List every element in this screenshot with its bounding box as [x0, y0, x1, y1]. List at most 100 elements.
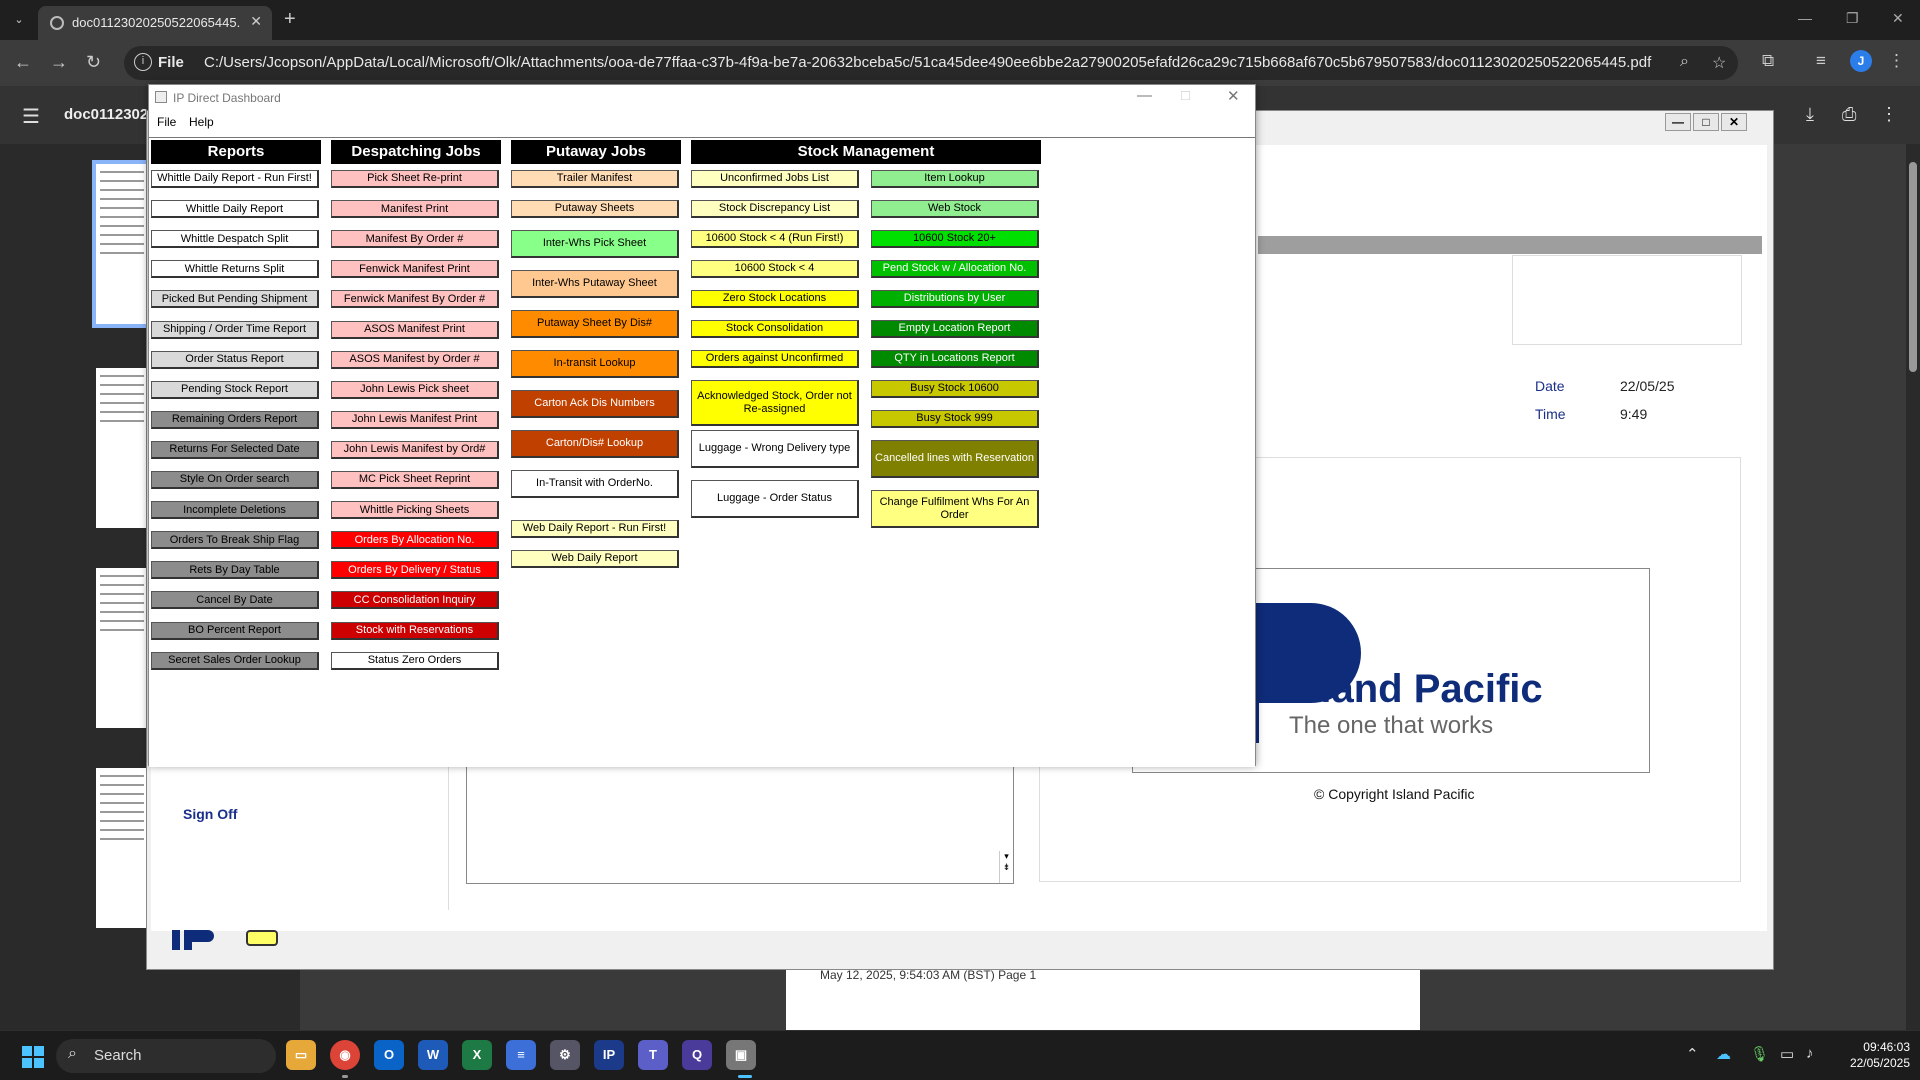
print-icon[interactable]: ⎙ [1842, 104, 1856, 125]
btn-10600-stock-4[interactable]: 10600 Stock < 4 [691, 260, 859, 278]
pdf-thumbnail-4[interactable] [96, 768, 148, 928]
btn-bo-percent-report[interactable]: BO Percent Report [151, 621, 319, 640]
btn-whittle-returns-split[interactable]: Whittle Returns Split [151, 260, 319, 279]
network-icon[interactable]: ▭ [1780, 1045, 1794, 1063]
btn-carton-ack-dis-numbers[interactable]: Carton Ack Dis Numbers [511, 390, 679, 418]
btn-secret-sales-order-lookup[interactable]: Secret Sales Order Lookup [151, 651, 319, 670]
btn-inter-whs-putaway-sheet[interactable]: Inter-Whs Putaway Sheet [511, 270, 679, 298]
btn-cancelled-lines-with-reservation[interactable]: Cancelled lines with Reservation [871, 440, 1039, 478]
pdf-thumbnail-1[interactable] [92, 160, 152, 328]
btn-orders-by-delivery-status[interactable]: Orders By Delivery / Status [331, 561, 499, 580]
pointing-hand-icon[interactable] [246, 930, 278, 946]
pdf-more-icon[interactable]: ⋮ [1880, 104, 1898, 125]
taskbar-clock[interactable]: 09:46:03 22/05/2025 [1840, 1039, 1910, 1071]
textarea-scroll-arrows[interactable]: ▾ ⇟ [999, 851, 1013, 883]
close-tab-icon[interactable]: ✕ [250, 13, 262, 30]
outlook-icon[interactable]: O [374, 1040, 404, 1070]
btn-empty-location-report[interactable]: Empty Location Report [871, 320, 1039, 338]
btn-fenwick-manifest-by-order[interactable]: Fenwick Manifest By Order # [331, 290, 499, 309]
btn-luggage-wrong-delivery-type[interactable]: Luggage - Wrong Delivery type [691, 430, 859, 468]
download-icon[interactable]: ⤓ [1806, 104, 1814, 125]
btn-john-lewis-pick-sheet[interactable]: John Lewis Pick sheet [331, 380, 499, 399]
query-app-icon[interactable]: Q [682, 1040, 712, 1070]
excel-icon[interactable]: X [462, 1040, 492, 1070]
btn-luggage-order-status[interactable]: Luggage - Order Status [691, 480, 859, 518]
windows-start-icon[interactable] [22, 1046, 44, 1068]
btn-10600-stock-4-run-first[interactable]: 10600 Stock < 4 (Run First!) [691, 230, 859, 248]
teams-icon[interactable]: T [638, 1040, 668, 1070]
btn-cancel-by-date[interactable]: Cancel By Date [151, 591, 319, 610]
btn-distributions-by-user[interactable]: Distributions by User [871, 290, 1039, 308]
ip-maximize-icon[interactable]: □ [1693, 113, 1719, 131]
island-pacific-app-icon[interactable]: IP [594, 1040, 624, 1070]
more-menu-icon[interactable]: ⋮ [1888, 51, 1905, 71]
btn-busy-stock-10600[interactable]: Busy Stock 10600 [871, 380, 1039, 398]
btn-putaway-sheets[interactable]: Putaway Sheets [511, 200, 679, 218]
ip-close-icon[interactable]: ✕ [1721, 113, 1747, 131]
sign-off-link[interactable]: Sign Off [183, 806, 237, 822]
menu-file[interactable]: File [157, 115, 176, 129]
new-tab-icon[interactable]: + [284, 8, 296, 31]
btn-john-lewis-manifest-by-ord[interactable]: John Lewis Manifest by Ord# [331, 440, 499, 459]
btn-manifest-print[interactable]: Manifest Print [331, 200, 499, 219]
btn-stock-discrepancy-list[interactable]: Stock Discrepancy List [691, 200, 859, 218]
word-icon[interactable]: W [418, 1040, 448, 1070]
btn-whittle-daily-report-run-first[interactable]: Whittle Daily Report - Run First! [151, 170, 319, 188]
pdf-thumbnail-2[interactable] [96, 368, 148, 528]
btn-order-status-report[interactable]: Order Status Report [151, 350, 319, 369]
dialog-close-icon[interactable]: ✕ [1227, 87, 1240, 105]
chrome-icon[interactable]: ◉ [330, 1040, 360, 1070]
btn-stock-consolidation[interactable]: Stock Consolidation [691, 320, 859, 338]
btn-pick-sheet-re-print[interactable]: Pick Sheet Re-print [331, 170, 499, 188]
btn-incomplete-deletions[interactable]: Incomplete Deletions [151, 501, 319, 520]
close-window-icon[interactable]: ✕ [1892, 10, 1904, 27]
info-icon[interactable]: i [134, 53, 152, 71]
ip-minimize-icon[interactable]: — [1665, 113, 1691, 131]
btn-stock-with-reservations[interactable]: Stock with Reservations [331, 621, 499, 640]
btn-shipping-order-time-report[interactable]: Shipping / Order Time Report [151, 320, 319, 339]
btn-acknowledged-stock-order-not-re-assigned[interactable]: Acknowledged Stock, Order not Re-assigne… [691, 380, 859, 426]
btn-web-daily-report-run-first[interactable]: Web Daily Report - Run First! [511, 520, 679, 538]
btn-john-lewis-manifest-print[interactable]: John Lewis Manifest Print [331, 410, 499, 429]
btn-carton-dis-lookup[interactable]: Carton/Dis# Lookup [511, 430, 679, 458]
volume-icon[interactable]: ♪ [1806, 1045, 1814, 1062]
minimize-icon[interactable]: — [1798, 10, 1812, 26]
onedrive-icon[interactable]: ☁ [1716, 1045, 1731, 1063]
microphone-icon[interactable]: 🎙 [1750, 1045, 1769, 1063]
btn-whittle-picking-sheets[interactable]: Whittle Picking Sheets [331, 501, 499, 520]
btn-manifest-by-order[interactable]: Manifest By Order # [331, 230, 499, 249]
btn-whittle-daily-report[interactable]: Whittle Daily Report [151, 200, 319, 219]
pdf-scrollbar[interactable] [1906, 144, 1920, 1030]
pdf-menu-icon[interactable]: ☰ [22, 104, 40, 129]
btn-mc-pick-sheet-reprint[interactable]: MC Pick Sheet Reprint [331, 471, 499, 489]
btn-cc-consolidation-inquiry[interactable]: CC Consolidation Inquiry [331, 591, 499, 610]
settings-gear-icon[interactable]: ⚙ [550, 1040, 580, 1070]
btn-putaway-sheet-by-dis[interactable]: Putaway Sheet By Dis# [511, 310, 679, 338]
browser-tab[interactable]: doc01123020250522065445.pdf ✕ [38, 6, 272, 40]
btn-10600-stock-20[interactable]: 10600 Stock 20+ [871, 230, 1039, 248]
btn-whittle-despatch-split[interactable]: Whittle Despatch Split [151, 230, 319, 249]
taskbar-search[interactable]: ⌕ Search [56, 1039, 276, 1073]
btn-asos-manifest-print[interactable]: ASOS Manifest Print [331, 320, 499, 339]
tab-search-icon[interactable]: ⌄ [8, 9, 30, 31]
btn-web-daily-report[interactable]: Web Daily Report [511, 550, 679, 568]
reload-icon[interactable]: ↻ [86, 52, 101, 73]
btn-item-lookup[interactable]: Item Lookup [871, 170, 1039, 188]
btn-orders-to-break-ship-flag[interactable]: Orders To Break Ship Flag [151, 531, 319, 550]
btn-zero-stock-locations[interactable]: Zero Stock Locations [691, 290, 859, 308]
dashboard-app-icon[interactable]: ▣ [726, 1040, 756, 1070]
btn-web-stock[interactable]: Web Stock [871, 200, 1039, 218]
btn-style-on-order-search[interactable]: Style On Order search [151, 471, 319, 489]
btn-in-transit-with-orderno[interactable]: In-Transit with OrderNo. [511, 470, 679, 498]
btn-rets-by-day-table[interactable]: Rets By Day Table [151, 561, 319, 580]
btn-orders-against-unconfirmed[interactable]: Orders against Unconfirmed [691, 350, 859, 368]
btn-inter-whs-pick-sheet[interactable]: Inter-Whs Pick Sheet [511, 230, 679, 258]
profile-avatar[interactable]: J [1850, 50, 1872, 72]
btn-qty-in-locations-report[interactable]: QTY in Locations Report [871, 350, 1039, 368]
restore-icon[interactable]: ❐ [1846, 10, 1859, 27]
btn-fenwick-manifest-print[interactable]: Fenwick Manifest Print [331, 260, 499, 279]
menu-help[interactable]: Help [189, 115, 214, 129]
bookmark-star-icon[interactable]: ☆ [1712, 53, 1726, 73]
notepad-icon[interactable]: ≡ [506, 1040, 536, 1070]
btn-in-transit-lookup[interactable]: In-transit Lookup [511, 350, 679, 378]
